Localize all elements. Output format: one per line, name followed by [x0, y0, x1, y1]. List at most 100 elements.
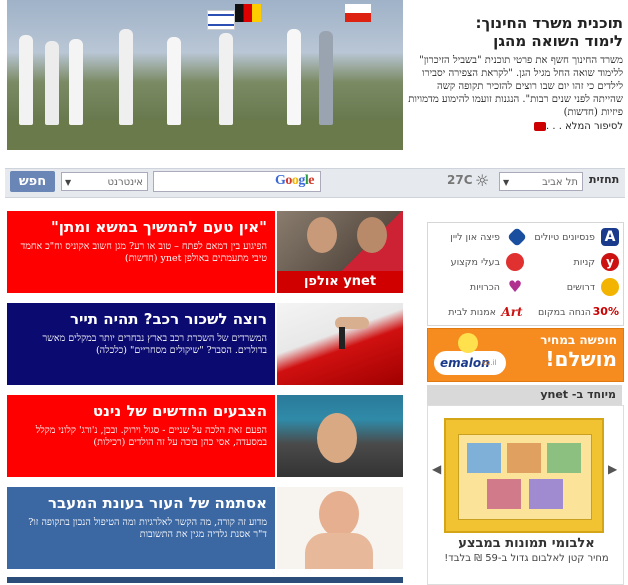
promo-body: הפיגוע בין דמאם לפתח – טוב או רע? מגן חש…	[20, 241, 267, 264]
hero-person	[319, 31, 333, 125]
promo-image[interactable]	[277, 395, 403, 477]
hero-article[interactable]: תוכנית משרד החינוך: לימוד השואה מהגן משר…	[405, 0, 623, 150]
promo-text[interactable]: רוצה לשכור רכב? תהיה תייר המשרדים של השכ…	[7, 303, 275, 385]
album-photo	[507, 443, 541, 473]
hero-body: משרד החינוך חשף את פרטי תוכנית "בשביל הז…	[405, 54, 623, 119]
promo-body: הפעם זאת הלכה על שניים - סגול וירוק. ובכ…	[35, 425, 267, 448]
hero-more-link[interactable]: לסיפור המלא . . .	[405, 121, 623, 132]
ynet-special-heading: מיוחד ב- ynet	[427, 385, 622, 405]
promo-title[interactable]: אסתמה של העור בעונת המעבר	[15, 493, 267, 513]
album-body: מחיר קטן לאלבום גדול ב-59 ₪ בלבד!	[444, 553, 609, 564]
hero-title-line[interactable]: לימוד השואה מהגן	[405, 32, 623, 50]
service-label[interactable]: הנחה במקום	[538, 307, 591, 318]
city-select[interactable]: ▼ תל אביב	[499, 172, 583, 191]
google-logo: Google	[275, 173, 314, 188]
promo-face	[357, 217, 387, 253]
album-photo	[547, 443, 581, 473]
service-label[interactable]: קניות	[573, 257, 595, 268]
promo-image[interactable]	[277, 303, 403, 385]
service-item[interactable]: A פנסיונים טיולים	[525, 225, 619, 249]
forecast-label: תחזית	[589, 173, 620, 186]
hero-title[interactable]: תוכנית משרד החינוך: לימוד השואה מהגן	[405, 14, 623, 50]
hero-person	[167, 37, 181, 125]
promo-card-next[interactable]	[7, 577, 403, 583]
heart-icon: ♥	[507, 277, 523, 296]
chevron-down-icon: ▼	[503, 178, 510, 187]
service-label[interactable]: בעלי מקצוע	[451, 257, 500, 268]
hero-person	[219, 33, 233, 125]
search-input[interactable]: Google	[153, 171, 321, 192]
car-key-icon	[339, 327, 345, 349]
poland-flag-icon	[345, 4, 371, 22]
promo-title[interactable]: הצבעים החדשים של נינט	[15, 401, 267, 421]
hero-person	[119, 29, 133, 125]
photo-album-image[interactable]	[444, 418, 604, 533]
service-item[interactable]: Art אמנות לבית	[430, 300, 524, 324]
album-caption[interactable]: אלבומי תמונות במבצע מחיר קטן לאלבום גדול…	[434, 536, 619, 565]
emalon-ad-main: מושלם!	[545, 347, 617, 371]
promo-card[interactable]: אסתמה של העור בעונת המעבר מדוע זה קורה, …	[7, 487, 403, 569]
temperature: 27C	[447, 173, 473, 187]
promo-text[interactable]: הצבעים החדשים של נינט הפעם זאת הלכה על ש…	[7, 395, 275, 477]
service-item[interactable]: בעלי מקצוע	[430, 250, 524, 274]
sun-icon	[458, 333, 478, 353]
city-value: תל אביב	[542, 177, 578, 188]
search-scope-value: אינטרנט	[107, 177, 143, 188]
emalon-ad[interactable]: חופשה במחיר מושלם! emalon .co.il	[427, 328, 624, 382]
promo-text[interactable]: אסתמה של העור בעונת המעבר מדוע זה קורה, …	[7, 487, 275, 569]
service-label[interactable]: הכרויות	[470, 282, 500, 293]
emalon-ad-top: חופשה במחיר	[540, 333, 617, 347]
service-label[interactable]: פיצה און ליין	[450, 232, 500, 243]
service-item[interactable]: 30% הנחה במקום	[525, 300, 619, 324]
domino-icon	[507, 227, 527, 247]
promo-image[interactable]	[277, 487, 403, 569]
hero-body-tag: (חדשות)	[563, 107, 598, 118]
chevron-down-icon: ▼	[65, 178, 72, 187]
search-scope-select[interactable]: ▼ אינטרנט	[61, 172, 148, 191]
germany-flag-icon	[235, 4, 261, 22]
service-label[interactable]: אמנות לבית	[448, 307, 496, 318]
service-item[interactable]: דרושים	[525, 275, 619, 299]
next-arrow-icon[interactable]: ▶	[608, 462, 617, 476]
promo-image-caption: אולפן ynet	[277, 271, 403, 293]
service-label[interactable]: דרושים	[567, 282, 595, 293]
promo-card[interactable]: רוצה לשכור רכב? תהיה תייר המשרדים של השכ…	[7, 303, 403, 385]
emalon-logo: emalon .co.il	[434, 351, 506, 375]
hero-more-text[interactable]: לסיפור המלא . . .	[546, 121, 623, 132]
album-photo	[487, 479, 521, 509]
israel-flag-icon	[207, 10, 235, 30]
promo-card[interactable]: הצבעים החדשים של נינט הפעם זאת הלכה על ש…	[7, 395, 403, 477]
promo-face	[319, 491, 359, 537]
services-box: A פנסיונים טיולים פיצה און ליין y קניות …	[427, 222, 624, 326]
professional-icon	[506, 253, 524, 271]
promo-title[interactable]: רוצה לשכור רכב? תהיה תייר	[15, 309, 267, 329]
promo-body: מדוע זה קורה, מה הקשר לאלרגיות ומה הטיפו…	[28, 517, 267, 540]
video-icon	[534, 121, 547, 131]
promo-text[interactable]: "אין טעם להמשיך במשא ומתן" הפיגוע בין דמ…	[7, 211, 275, 293]
letter-a-icon: A	[601, 228, 619, 246]
prev-arrow-icon[interactable]: ◀	[432, 462, 441, 476]
promo-body-shape	[305, 533, 373, 569]
search-button[interactable]: חפש	[10, 171, 55, 192]
album-photo	[467, 443, 501, 473]
service-item[interactable]: פיצה און ליין	[430, 225, 527, 249]
percent-icon: 30%	[592, 305, 619, 318]
hero-person	[45, 41, 59, 125]
promo-face	[317, 413, 357, 463]
hero-title-line[interactable]: תוכנית משרד החינוך:	[405, 14, 623, 32]
jobs-icon	[601, 278, 619, 296]
emalon-brand-suffix: .co.il	[480, 359, 497, 367]
service-item[interactable]: ♥ הכרויות	[430, 275, 524, 299]
album-title[interactable]: אלבומי תמונות במבצע	[434, 536, 619, 551]
hero-image[interactable]	[7, 0, 403, 150]
album-cover	[458, 434, 592, 520]
promo-image[interactable]: אולפן ynet	[277, 211, 403, 293]
hero-person	[287, 29, 301, 125]
service-item[interactable]: y קניות	[525, 250, 619, 274]
promo-title[interactable]: "אין טעם להמשיך במשא ומתן"	[15, 217, 267, 237]
hero-person	[69, 39, 83, 125]
promo-face	[307, 217, 337, 253]
sun-icon: ☼	[475, 171, 490, 190]
promo-card[interactable]: "אין טעם להמשיך במשא ומתן" הפיגוע בין דמ…	[7, 211, 403, 293]
service-label[interactable]: פנסיונים טיולים	[534, 232, 595, 243]
